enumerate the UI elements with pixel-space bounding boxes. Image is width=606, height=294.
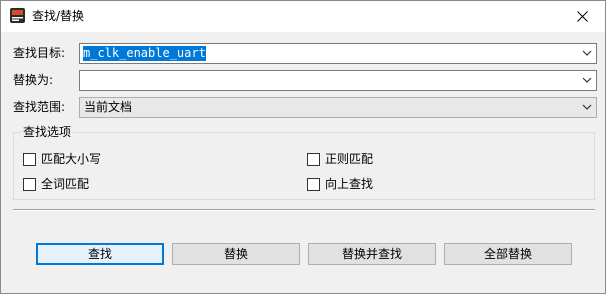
- match-case-option[interactable]: 匹配大小写: [23, 152, 101, 167]
- search-scope-select[interactable]: 当前文档: [79, 97, 597, 118]
- search-scope-value: 当前文档: [84, 100, 133, 114]
- search-scope-label: 查找范围:: [13, 100, 66, 114]
- close-icon: [576, 11, 588, 22]
- chevron-down-icon[interactable]: [582, 50, 592, 57]
- find-options-title: 查找选项: [21, 125, 74, 140]
- replace-all-button[interactable]: 全部替换: [444, 243, 572, 265]
- chevron-down-icon[interactable]: [582, 77, 592, 84]
- window-title: 查找/替换: [32, 9, 85, 23]
- regex-label[interactable]: 正则匹配: [325, 152, 373, 167]
- replace-and-find-button[interactable]: 替换并查找: [308, 243, 436, 265]
- title-bar[interactable]: 查找/替换: [1, 1, 605, 32]
- search-up-checkbox[interactable]: [307, 178, 320, 191]
- search-up-label[interactable]: 向上查找: [325, 177, 373, 192]
- match-case-label[interactable]: 匹配大小写: [41, 152, 101, 167]
- replace-with-combobox[interactable]: [79, 70, 597, 91]
- find-target-combobox[interactable]: m_clk_enable_uart: [79, 43, 597, 64]
- close-button[interactable]: [559, 1, 605, 32]
- find-target-value[interactable]: m_clk_enable_uart: [83, 46, 206, 61]
- find-button[interactable]: 查找: [36, 243, 164, 265]
- match-case-checkbox[interactable]: [23, 153, 36, 166]
- search-up-option[interactable]: 向上查找: [307, 177, 373, 192]
- whole-word-checkbox[interactable]: [23, 178, 36, 191]
- chevron-down-icon[interactable]: [582, 104, 592, 111]
- find-replace-dialog: 查找/替换 查找目标: m_clk_enable_uart 替换为: 查找范围:…: [0, 0, 606, 294]
- regex-checkbox[interactable]: [307, 153, 320, 166]
- whole-word-label[interactable]: 全词匹配: [41, 177, 89, 192]
- replace-with-label: 替换为:: [13, 73, 54, 87]
- whole-word-option[interactable]: 全词匹配: [23, 177, 89, 192]
- replace-button[interactable]: 替换: [172, 243, 300, 265]
- separator-line: [13, 209, 595, 211]
- app-icon: [10, 8, 25, 23]
- find-target-label: 查找目标:: [13, 46, 66, 60]
- regex-option[interactable]: 正则匹配: [307, 152, 373, 167]
